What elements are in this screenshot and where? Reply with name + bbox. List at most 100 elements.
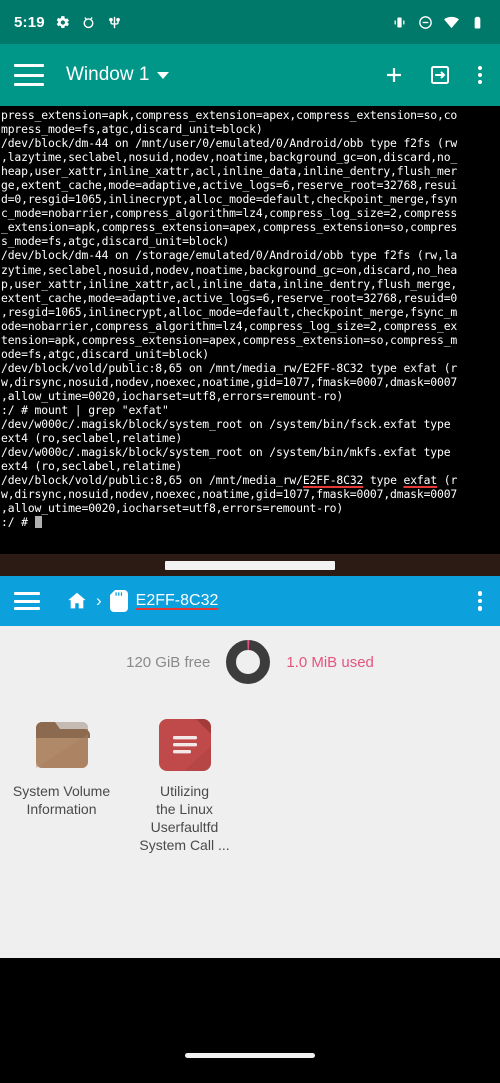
list-item[interactable]: Utilizing the Linux Userfaultfd System C…	[123, 708, 246, 854]
storage-donut-chart	[224, 638, 272, 686]
terminal-text: _extension=apk,compress_extension=apex,c…	[1, 220, 458, 235]
more-options-icon[interactable]	[474, 587, 487, 615]
menu-icon-bar	[14, 73, 44, 77]
terminal-text: zytime,seclabel,nosuid,nodev,noatime,bac…	[1, 262, 458, 277]
status-bar-clock: 5:19	[14, 13, 45, 31]
terminal-line: ,resgid=1065,inlinecrypt,alloc_mode=defa…	[1, 305, 499, 319]
terminal-line: w,dirsync,nosuid,nodev,noexec,noatime,gi…	[1, 375, 499, 389]
terminal-scrollbar[interactable]	[0, 554, 500, 576]
storage-used-label: 1.0 MiB used	[286, 653, 374, 671]
terminal-text: /dev/block/vold/public:8,65 on /mnt/medi…	[1, 473, 303, 488]
terminal-text: w,dirsync,nosuid,nodev,noexec,noatime,gi…	[1, 374, 458, 389]
sd-card-icon	[109, 590, 128, 612]
breadcrumb-separator: ›	[96, 591, 102, 610]
terminal-line: zytime,seclabel,nosuid,nodev,noatime,bac…	[1, 263, 499, 277]
terminal-text: heap,user_xattr,inline_xattr,acl,inline_…	[1, 164, 458, 179]
breadcrumb-current-path[interactable]: E2FF-8C32	[136, 592, 219, 610]
kebab-dot	[478, 80, 482, 84]
storage-free-label: 120 GiB free	[126, 653, 211, 671]
terminal-text: c_mode=nobarrier,compress_algorithm=lz4,…	[1, 206, 458, 221]
terminal-text: (r	[437, 473, 458, 488]
home-gesture-pill[interactable]	[185, 1053, 315, 1058]
folder-icon	[35, 722, 90, 768]
terminal-output[interactable]: press_extension=apk,compress_extension=a…	[0, 106, 500, 554]
window-title: Window 1	[66, 64, 150, 85]
kebab-dot	[477, 606, 482, 611]
terminal-line: extent_cache,mode=adaptive,active_logs=6…	[1, 291, 499, 305]
breadcrumb: › E2FF-8C32	[66, 590, 218, 612]
do-not-disturb-icon	[419, 15, 432, 29]
terminal-line: ext4 (ro,seclabel,relatime)	[1, 431, 499, 445]
home-icon[interactable]	[66, 590, 88, 612]
terminal-text: type	[363, 473, 404, 488]
kebab-dot	[478, 73, 482, 77]
add-icon[interactable]	[382, 63, 406, 87]
terminal-text: ,resgid=1065,inlinecrypt,alloc_mode=defa…	[1, 304, 458, 319]
document-icon	[158, 719, 211, 771]
terminal-line: _extension=apk,compress_extension=apex,c…	[1, 220, 499, 234]
input-arrow-icon[interactable]	[428, 63, 452, 87]
terminal-line: /dev/block/vold/public:8,65 on /mnt/medi…	[1, 361, 499, 375]
terminal-text: ext4 (ro,seclabel,relatime)	[1, 431, 183, 446]
status-bar-left: 5:19	[14, 14, 123, 31]
terminal-text: s_mode=fs,atgc,discard_unit=block)	[1, 234, 230, 249]
chevron-down-icon	[157, 71, 170, 79]
file-manager-toolbar: › E2FF-8C32	[0, 576, 500, 626]
terminal-line: /dev/w000c/.magisk/block/system_root on …	[1, 417, 499, 431]
terminal-text: /dev/block/dm-44 on /storage/emulated/0/…	[1, 248, 458, 263]
terminal-line: /dev/w000c/.magisk/block/system_root on …	[1, 445, 499, 459]
phone-screen: 5:19 Window 1 press_extension=apk,compre…	[0, 0, 500, 1083]
kebab-dot	[478, 66, 482, 70]
terminal-menu-button[interactable]	[14, 64, 44, 86]
menu-icon-bar	[14, 64, 44, 67]
window-selector[interactable]: Window 1	[66, 64, 170, 86]
terminal-text: p,user_xattr,inline_xattr,acl,inline_dat…	[1, 276, 458, 291]
terminal-text: ode=nobarrier,compress_algorithm=lz4,com…	[1, 318, 458, 333]
menu-icon-bar	[14, 599, 40, 603]
terminal-cursor	[34, 516, 42, 529]
terminal-line: /dev/block/dm-44 on /storage/emulated/0/…	[1, 248, 499, 262]
terminal-line: press_extension=apk,compress_extension=a…	[1, 108, 499, 122]
terminal-text: d=0,resgid=1065,inlinecrypt,alloc_mode=d…	[1, 192, 458, 207]
terminal-text: :/ # mount | grep "exfat"	[1, 402, 169, 417]
vibrate-icon	[394, 17, 405, 27]
terminal-text: ext4 (ro,seclabel,relatime)	[1, 459, 183, 474]
file-manager-menu-button[interactable]	[14, 592, 40, 610]
file-grid: System Volume Information Utilizing the …	[0, 698, 500, 854]
terminal-text: press_extension=apk,compress_extension=a…	[1, 108, 458, 122]
bug-icon	[83, 16, 94, 28]
kebab-dot	[477, 591, 482, 596]
terminal-text: :/ #	[1, 515, 35, 530]
menu-icon-bar	[14, 607, 40, 610]
terminal-text: tension=apk,compress_extension=apex,comp…	[1, 332, 458, 347]
terminal-line: /dev/block/dm-44 on /mnt/user/0/emulated…	[1, 136, 499, 150]
terminal-text: ,allow_utime=0020,iocharset=utf8,errors=…	[1, 501, 344, 516]
storage-summary: 120 GiB free 1.0 MiB used	[0, 626, 500, 698]
list-item-label: System Volume Information	[12, 783, 111, 817]
kebab-dot	[477, 598, 482, 604]
terminal-line: ode=fs,atgc,discard_unit=block)	[1, 347, 499, 361]
terminal-text: ode=fs,atgc,discard_unit=block)	[1, 346, 209, 361]
terminal-text: ,allow_utime=0020,iocharset=utf8,errors=…	[1, 388, 344, 403]
navigation-bar	[0, 1028, 500, 1083]
terminal-line: p,user_xattr,inline_xattr,acl,inline_dat…	[1, 277, 499, 291]
terminal-text: mpress_mode=fs,atgc,discard_unit=block)	[1, 122, 263, 137]
wifi-icon	[444, 16, 459, 28]
terminal-text: /dev/w000c/.magisk/block/system_root on …	[1, 445, 451, 460]
terminal-line: d=0,resgid=1065,inlinecrypt,alloc_mode=d…	[1, 192, 499, 206]
terminal-line: ext4 (ro,seclabel,relatime)	[1, 459, 499, 473]
terminal-highlight: exfat	[403, 473, 438, 488]
terminal-line: ,lazytime,seclabel,nosuid,nodev,noatime,…	[1, 150, 499, 164]
terminal-text: ge,extent_cache,mode=adaptive,active_log…	[1, 178, 458, 193]
scrollbar-thumb[interactable]	[165, 560, 335, 570]
terminal-line: w,dirsync,nosuid,nodev,noexec,noatime,gi…	[1, 487, 499, 501]
list-item[interactable]: System Volume Information	[0, 708, 123, 854]
more-options-icon[interactable]	[474, 62, 486, 88]
status-bar: 5:19	[0, 0, 500, 44]
terminal-line: ,allow_utime=0020,iocharset=utf8,errors=…	[1, 389, 499, 403]
terminal-text: /dev/block/dm-44 on /mnt/user/0/emulated…	[1, 136, 458, 151]
terminal-text: w,dirsync,nosuid,nodev,noexec,noatime,gi…	[1, 487, 458, 502]
terminal-line: /dev/block/vold/public:8,65 on /mnt/medi…	[1, 473, 499, 487]
menu-icon-bar	[14, 83, 44, 86]
terminal-line: tension=apk,compress_extension=apex,comp…	[1, 333, 499, 347]
